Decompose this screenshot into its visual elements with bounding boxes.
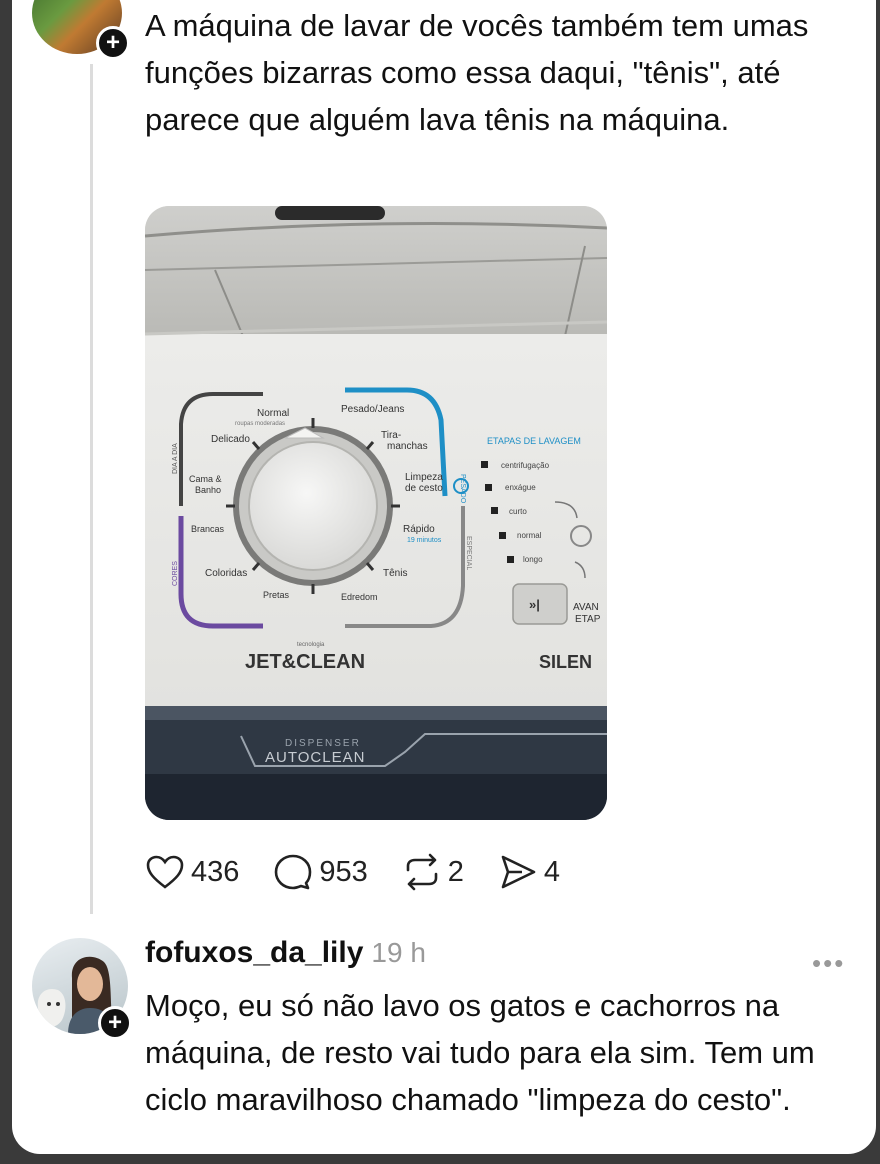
pesado-label: PESADO <box>459 474 466 504</box>
especial-label: ESPECIAL <box>465 536 472 570</box>
edredom-label: Edredom <box>341 592 378 602</box>
thread-connector-line <box>90 64 93 914</box>
follow-plus-icon[interactable]: + <box>96 26 130 60</box>
banho-label: Banho <box>195 485 221 495</box>
delicado-label: Delicado <box>211 434 250 445</box>
dispenser-label: DISPENSER <box>285 738 361 749</box>
etapa-label: ETAP <box>575 614 601 625</box>
post-text: A máquina de lavar de vocês também tem u… <box>145 8 809 137</box>
etapa-curto: curto <box>509 507 527 516</box>
share-count: 4 <box>543 855 561 888</box>
etapa-centrifugacao: centrifugação <box>501 461 550 470</box>
etapas-title: ETAPAS DE LAVAGEM <box>487 436 581 446</box>
normal-label: Normal <box>257 408 289 419</box>
rapido-label: Rápido <box>403 524 435 535</box>
washing-machine-panel-photo: Normal roupas moderadas Pesado/Jeans Del… <box>145 206 607 820</box>
reply-text: Moço, eu só não lavo os gatos e cachorro… <box>145 988 815 1117</box>
manchas-label: manchas <box>387 441 428 452</box>
more-options-icon[interactable]: ••• <box>812 948 845 979</box>
silent-logo: SILEN <box>539 652 592 672</box>
cores-label: CORES <box>172 561 179 586</box>
dia-a-dia-label: DIA A DIA <box>172 443 179 474</box>
brancas-label: Brancas <box>191 524 225 534</box>
jet-clean-logo: JET&CLEAN <box>245 651 365 673</box>
post-actions-bar: 436 953 2 4 <box>145 850 594 894</box>
like-count: 436 <box>191 855 240 888</box>
post-image[interactable]: Normal roupas moderadas Pesado/Jeans Del… <box>145 206 607 820</box>
pretas-label: Pretas <box>263 590 290 600</box>
send-icon <box>501 855 536 889</box>
etapa-normal: normal <box>517 531 542 540</box>
svg-text:»|: »| <box>529 597 540 612</box>
reply-username[interactable]: fofuxos_da_lily <box>145 936 363 969</box>
pesado-jeans-label: Pesado/Jeans <box>341 404 404 415</box>
repost-count: 2 <box>447 855 464 888</box>
de-cesto-label: de cesto <box>405 483 443 494</box>
etapa-enxague: enxágue <box>505 483 536 492</box>
normal-sub-label: roupas moderadas <box>235 421 285 427</box>
tenis-label: Tênis <box>383 568 407 579</box>
avanca-label: AVAN <box>573 602 599 613</box>
reply-header: fofuxos_da_lily 19 h <box>145 936 426 970</box>
cama-label: Cama & <box>189 474 222 484</box>
limpeza-label: Limpeza <box>405 472 443 483</box>
rapido-sub-label: 19 minutos <box>407 537 442 544</box>
coloridas-label: Coloridas <box>205 568 247 579</box>
share-button[interactable]: 4 <box>498 853 560 891</box>
comment-count: 953 <box>319 855 368 888</box>
tecnologia-label: tecnologia <box>297 642 325 648</box>
avanca-etapa-button <box>512 583 568 625</box>
comment-bubble-icon <box>275 854 312 890</box>
heart-icon <box>146 855 184 889</box>
repost-icon <box>406 853 438 891</box>
autoclean-label: AUTOCLEAN <box>265 749 365 766</box>
repost-button[interactable]: 2 <box>402 853 464 891</box>
reply-follow-plus-icon[interactable]: + <box>98 1006 132 1040</box>
etapa-longo: longo <box>523 555 543 564</box>
like-button[interactable]: 436 <box>145 854 239 890</box>
tira-label: Tira- <box>381 430 401 441</box>
threads-post-card: + A máquina de lavar de vocês também tem… <box>12 0 876 1154</box>
comment-button[interactable]: 953 <box>273 853 368 891</box>
reply-timestamp: 19 h <box>371 937 426 968</box>
